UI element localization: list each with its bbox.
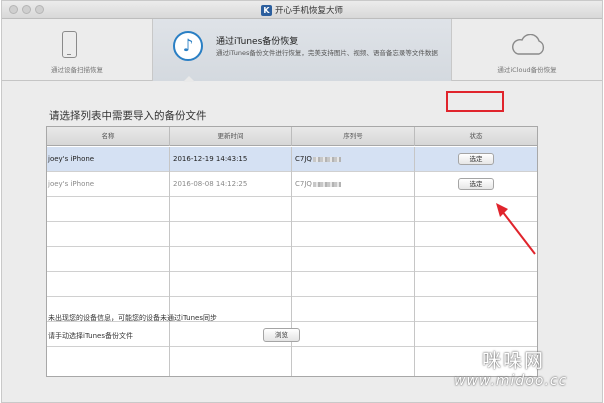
- recovery-mode-bar: 通过设备扫描恢复 ♪ 通过iTunes备份恢复 通过iTunes备份文件进行恢复…: [2, 19, 602, 82]
- annotation-arrow-icon: [496, 203, 536, 255]
- mode-itunes-title: 通过iTunes备份恢复: [216, 37, 299, 47]
- mode-itunes-backup[interactable]: ♪ 通过iTunes备份恢复 通过iTunes备份文件进行恢复，完美支持图片、视…: [152, 19, 452, 82]
- table-row[interactable]: joey's iPhone 2016-12-19 14:43:15 C7JQ 选…: [47, 147, 537, 172]
- column-header-status[interactable]: 状态: [415, 127, 537, 146]
- highlight-annotation-box: [446, 91, 504, 112]
- cell-name: joey's iPhone: [47, 147, 170, 172]
- cell-serial: C7JQ: [292, 147, 415, 172]
- title-bar: K 开心手机恢复大师: [2, 1, 602, 19]
- app-logo-icon: K: [260, 4, 272, 16]
- select-button[interactable]: 选定: [458, 178, 494, 190]
- serial-text: C7JQ: [295, 155, 312, 163]
- phone-icon: [62, 31, 77, 58]
- column-header-name[interactable]: 名称: [47, 127, 170, 146]
- empty-table-row: [47, 347, 537, 376]
- backup-list-prompt: 请选择列表中需要导入的备份文件: [49, 110, 207, 122]
- window-title-text: 开心手机恢复大师: [274, 6, 343, 16]
- table-header: 名称 更新时间 序列号 状态: [47, 127, 537, 146]
- watermark-url: www.midoo.cc: [454, 373, 568, 389]
- serial-text: C7JQ: [295, 180, 312, 188]
- empty-table-row: [47, 197, 537, 222]
- cell-name: joey's iPhone: [47, 172, 170, 197]
- window-title: K 开心手机恢复大师: [2, 4, 602, 16]
- column-header-time[interactable]: 更新时间: [170, 127, 292, 146]
- empty-table-row: [47, 222, 537, 247]
- cell-time: 2016-12-19 14:43:15: [170, 147, 292, 172]
- cell-status: 选定: [415, 172, 537, 197]
- mode-icloud-backup[interactable]: 通过iCloud备份恢复: [452, 19, 602, 81]
- browse-button[interactable]: 浏览: [263, 328, 300, 342]
- device-not-found-note: 未出现您的设备信息，可能您的设备未通过iTunes同步: [48, 314, 217, 322]
- mode-itunes-description: 通过iTunes备份文件进行恢复，完美支持图片、视频、语音备忘录等文件数据: [216, 49, 438, 57]
- cell-status: 选定: [415, 147, 537, 172]
- watermark-title: 咪哚网: [482, 350, 546, 372]
- empty-table-row: [47, 272, 537, 297]
- mode-device-label: 通过设备扫描恢复: [51, 66, 103, 74]
- redacted-serial: [312, 156, 341, 162]
- select-button[interactable]: 选定: [458, 153, 494, 165]
- cloud-icon: [512, 34, 545, 55]
- mode-device-scan[interactable]: 通过设备扫描恢复: [2, 19, 152, 81]
- mode-icloud-label: 通过iCloud备份恢复: [497, 66, 557, 74]
- empty-table-row: [47, 247, 537, 272]
- redacted-serial: [312, 181, 341, 187]
- manual-select-label: 请手动选择iTunes备份文件: [48, 332, 133, 340]
- cell-time: 2016-08-08 14:12:25: [170, 172, 292, 197]
- music-note-icon: ♪: [173, 31, 203, 61]
- cell-serial: C7JQ: [292, 172, 415, 197]
- column-header-serial[interactable]: 序列号: [292, 127, 415, 146]
- app-window: K 开心手机恢复大师 通过设备扫描恢复 ♪ 通过iTunes备份恢复 通过iTun…: [1, 0, 603, 403]
- table-row[interactable]: joey's iPhone 2016-08-08 14:12:25 C7JQ 选…: [47, 172, 537, 197]
